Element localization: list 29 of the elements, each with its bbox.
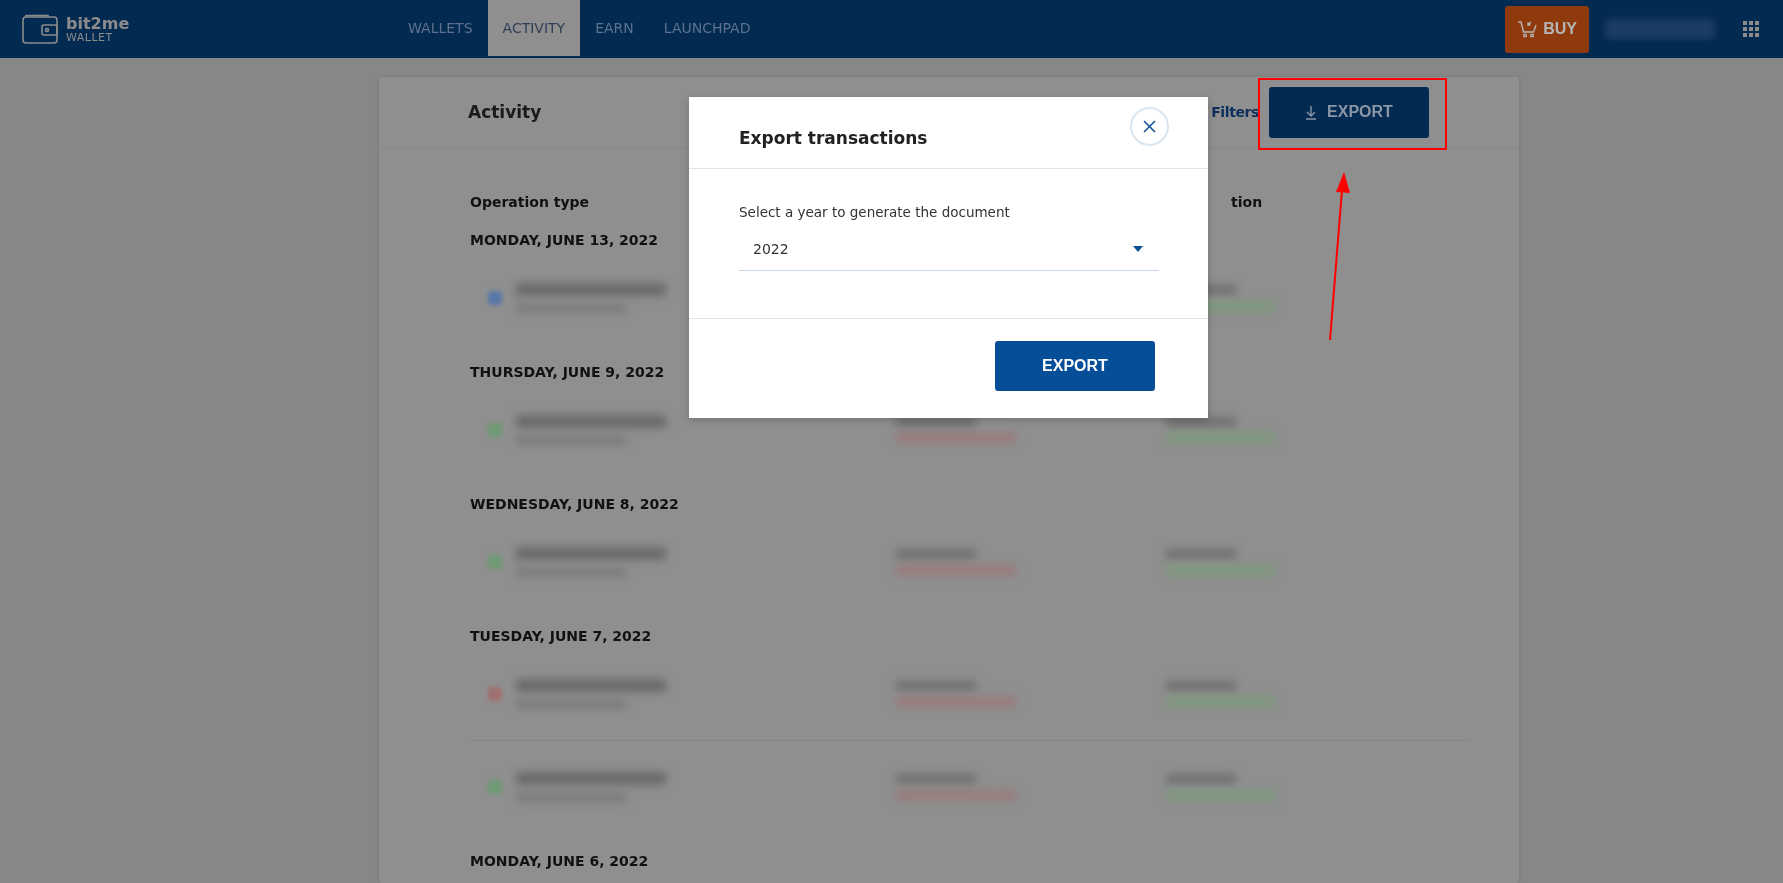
buy-button[interactable]: BUY — [1505, 5, 1589, 53]
cart-icon — [1517, 20, 1538, 38]
close-button[interactable] — [1130, 107, 1169, 146]
year-select[interactable]: 2022 — [739, 228, 1159, 271]
logo-subtitle: WALLET — [66, 31, 114, 43]
filters-link[interactable]: Filters — [1211, 104, 1259, 120]
wallet-icon — [22, 14, 58, 44]
apps-grid-icon[interactable] — [1743, 21, 1759, 37]
field-label: Select a year to generate the document — [739, 204, 1011, 220]
close-icon — [1143, 120, 1156, 133]
column-header: tion — [1231, 194, 1263, 212]
download-icon — [1305, 104, 1318, 120]
export-button[interactable]: EXPORT — [995, 341, 1155, 391]
redacted-text — [1166, 417, 1236, 427]
export-button[interactable]: EXPORT — [1269, 86, 1429, 138]
logo-name: bit2me — [66, 15, 130, 32]
nav-tab[interactable]: EARN — [580, 0, 649, 56]
date-heading: MONDAY, JUNE 13, 2022 — [470, 232, 659, 250]
caret-icon — [1133, 246, 1143, 252]
column-header: Operation type — [470, 194, 590, 212]
date-heading: THURSDAY, JUNE 9, 2022 — [470, 364, 665, 382]
modal-title: Export transactions — [739, 126, 928, 148]
nav-tab[interactable]: LAUNCHPAD — [648, 0, 766, 56]
nav-tab[interactable]: ACTIVITY — [487, 0, 581, 56]
nav-tab[interactable]: WALLETS — [393, 0, 488, 56]
page-title: Activity — [468, 102, 543, 122]
date-heading: MONDAY, JUNE 6, 2022 — [470, 853, 649, 871]
date-heading: WEDNESDAY, JUNE 8, 2022 — [470, 496, 679, 514]
date-heading: TUESDAY, JUNE 7, 2022 — [470, 628, 652, 646]
